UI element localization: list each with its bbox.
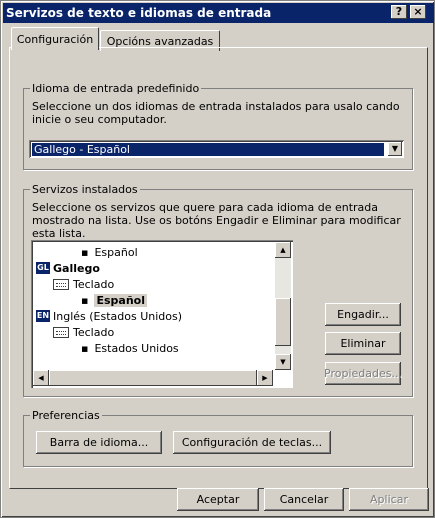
- keyboard-icon: [53, 278, 69, 290]
- dialog-window: Servizos de texto e idiomas de entrada ?…: [0, 0, 435, 518]
- key-settings-button[interactable]: Configuración de teclas...: [173, 431, 331, 454]
- title-bar[interactable]: Servizos de texto e idiomas de entrada ?…: [3, 3, 434, 23]
- default-language-legend: Idioma de entrada predefinido: [30, 82, 202, 95]
- default-language-selected: Gallego - Español: [32, 143, 384, 156]
- tab-configuracion-label: Configuración: [16, 32, 94, 46]
- tree-category[interactable]: Teclado: [53, 324, 114, 340]
- language-badge-icon: GL: [36, 262, 50, 274]
- tree-language-ingles[interactable]: EN Inglés (Estados Unidos): [36, 308, 182, 324]
- tree-item[interactable]: ▪ Español: [81, 244, 138, 260]
- tab-panel: Idioma de entrada predefinido Seleccione…: [9, 47, 428, 489]
- tree-language-gallego[interactable]: GL Gallego: [36, 260, 100, 276]
- default-language-select[interactable]: Gallego - Español ▼: [29, 140, 404, 158]
- window-title: Servizos de texto e idiomas de entrada: [6, 6, 272, 20]
- properties-button[interactable]: Propiedades...: [324, 362, 402, 385]
- bullet-icon: ▪: [81, 245, 89, 259]
- vertical-scrollbar[interactable]: ▲ ▼: [275, 242, 291, 370]
- scroll-right-icon[interactable]: ▶: [257, 370, 273, 386]
- tree-item[interactable]: ▪ Estados Unidos: [81, 340, 179, 356]
- scroll-thumb[interactable]: [49, 370, 257, 386]
- services-tree[interactable]: ▪ Español GL Gallego Teclado ▪ Español E…: [31, 240, 293, 388]
- ok-button[interactable]: Aceptar: [177, 488, 259, 511]
- preferences-legend: Preferencias: [30, 409, 102, 422]
- tab-configuracion[interactable]: Configuración: [11, 27, 99, 50]
- bullet-icon: ▪: [81, 293, 89, 307]
- tree-item-label: Español: [94, 245, 138, 259]
- close-button[interactable]: ×: [410, 5, 426, 19]
- scroll-left-icon[interactable]: ◀: [33, 370, 49, 386]
- language-badge-icon: EN: [36, 310, 50, 322]
- installed-services-group: Servizos instalados Seleccione os serviz…: [23, 183, 413, 397]
- cancel-button[interactable]: Cancelar: [264, 488, 344, 511]
- tree-item-selected[interactable]: ▪ Español: [81, 292, 147, 308]
- scroll-thumb[interactable]: [275, 298, 291, 346]
- scroll-up-icon[interactable]: ▲: [275, 242, 291, 258]
- installed-services-legend: Servizos instalados: [30, 183, 140, 196]
- apply-button[interactable]: Aplicar: [349, 488, 429, 511]
- default-language-description: Seleccione un dos idiomas de entrada ins…: [32, 100, 400, 126]
- tree-item-label: Teclado: [73, 277, 115, 291]
- preferences-group: Preferencias Barra de idioma... Configur…: [23, 409, 413, 467]
- tree-item-label: Inglés (Estados Unidos): [53, 309, 183, 323]
- help-button[interactable]: ?: [391, 5, 407, 19]
- tree-item-label: Español: [94, 293, 147, 307]
- tree-item-label: Estados Unidos: [94, 341, 179, 355]
- bullet-icon: ▪: [81, 341, 89, 355]
- tree-item-label: Teclado: [73, 325, 115, 339]
- horizontal-scrollbar[interactable]: ◀ ▶: [33, 370, 273, 386]
- remove-button[interactable]: Eliminar: [325, 332, 401, 355]
- language-bar-button[interactable]: Barra de idioma...: [36, 431, 162, 454]
- chevron-down-icon[interactable]: ▼: [388, 142, 402, 156]
- tree-item-label: Gallego: [53, 261, 100, 275]
- tab-opcions-avanzadas-label: Opcións avanzadas: [106, 34, 214, 48]
- add-button[interactable]: Engadir...: [325, 303, 401, 326]
- scroll-down-icon[interactable]: ▼: [275, 354, 291, 370]
- keyboard-icon: [53, 326, 69, 338]
- tree-category[interactable]: Teclado: [53, 276, 114, 292]
- installed-services-description: Seleccione os servizos que quere para ca…: [32, 201, 401, 240]
- default-language-group: Idioma de entrada predefinido Seleccione…: [23, 82, 413, 170]
